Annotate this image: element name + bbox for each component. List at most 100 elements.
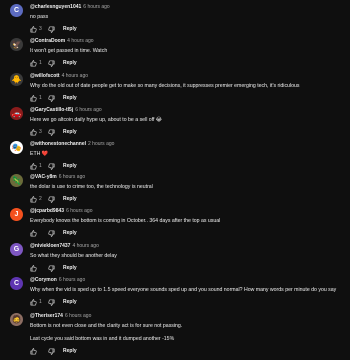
thumbs-up-icon[interactable]: [30, 264, 37, 272]
comment-meta: @Corymon 6 hours ago: [30, 277, 344, 284]
comment-author[interactable]: @niviekloen7437: [30, 243, 70, 249]
avatar[interactable]: 🐥: [10, 73, 23, 86]
comment-author[interactable]: @jcparbd9843: [30, 208, 64, 214]
thumbs-up-icon[interactable]: [30, 94, 37, 102]
comment-text: Why do the old out of date people get to…: [30, 82, 344, 90]
avatar[interactable]: 🦎: [10, 174, 23, 187]
thumbs-down-icon[interactable]: [48, 95, 55, 102]
comment-body: @jcparbd9843 6 hours ago Everybody knows t…: [30, 208, 344, 237]
comment-author[interactable]: @Theriser174: [30, 313, 63, 319]
avatar[interactable]: J: [10, 208, 23, 221]
reply-button[interactable]: Reply: [63, 26, 77, 32]
comment-text: ETH ❤️: [30, 150, 344, 158]
comment-author[interactable]: @withonestonechannel: [30, 141, 86, 147]
comment-text-line: So what they should be another delay: [30, 253, 117, 259]
comment-text: Here we go altcoin daily hype up, about …: [30, 116, 344, 124]
comment-text-line: Last cycle you said bottom was in and it…: [30, 336, 175, 342]
comment-text-line: Here we go altcoin daily hype up, about …: [30, 117, 162, 123]
like-count: 2: [39, 196, 42, 202]
like-count: 1: [39, 163, 42, 169]
thumbs-up-icon[interactable]: [30, 229, 37, 237]
comment-text: Everybody knows the bottom is coming in …: [30, 217, 344, 225]
thumbs-down-icon[interactable]: [48, 230, 55, 237]
comment-meta: @charlesnguyen1041 6 hours ago: [30, 4, 344, 11]
reply-button[interactable]: Reply: [63, 230, 77, 236]
avatar[interactable]: 🚗: [10, 107, 23, 120]
comment-timestamp[interactable]: 6 hours ago: [66, 208, 92, 214]
thumbs-down-icon[interactable]: [48, 348, 55, 355]
comment-text-line: Why when the vid is sped up to 1.5 speed…: [30, 287, 337, 293]
comment-text: Why when the vid is sped up to 1.5 speed…: [30, 286, 344, 294]
comment-meta: @niviekloen7437 4 hours ago: [30, 243, 344, 250]
comment-meta: @jcparbd9843 6 hours ago: [30, 208, 344, 215]
thumbs-up-icon[interactable]: [30, 59, 37, 67]
comment-text: no pass: [30, 13, 344, 21]
comment-actions: Reply: [30, 229, 344, 237]
thumbs-down-icon[interactable]: [48, 26, 55, 33]
avatar[interactable]: G: [10, 243, 23, 256]
avatar[interactable]: 🧔: [10, 313, 23, 326]
comment-author[interactable]: @ContraDoom: [30, 38, 65, 44]
comment-timestamp[interactable]: 6 hours ago: [65, 313, 91, 319]
comment-meta: @willofscott 4 hours ago: [30, 73, 344, 80]
reply-button[interactable]: Reply: [63, 265, 77, 271]
comments-list: C @charlesnguyen1041 6 hours ago no pass 3 Re…: [0, 0, 350, 360]
comment-author[interactable]: @charlesnguyen1041: [30, 4, 81, 10]
comment-body: @willofscott 4 hours ago Why do the old ou…: [30, 73, 344, 102]
comment-meta: @VAC-y8m 6 hours ago: [30, 174, 344, 181]
like-count: 1: [39, 60, 42, 66]
thumbs-down-icon[interactable]: [48, 129, 55, 136]
reply-button[interactable]: Reply: [63, 60, 77, 66]
comment-timestamp[interactable]: 6 hours ago: [59, 277, 85, 283]
like-count: 1: [39, 299, 42, 305]
comment-author[interactable]: @Corymon: [30, 277, 57, 283]
comment-body: @niviekloen7437 4 hours ago So what they s…: [30, 243, 344, 272]
reply-button[interactable]: Reply: [63, 129, 77, 135]
reply-button[interactable]: Reply: [63, 95, 77, 101]
comment-author[interactable]: @VAC-y8m: [30, 174, 57, 180]
thumbs-down-icon[interactable]: [48, 163, 55, 170]
comment-timestamp[interactable]: 4 hours ago: [72, 243, 98, 249]
thumbs-down-icon[interactable]: [48, 60, 55, 67]
comment-body: @Theriser174 6 hours ago Bottom is not eve…: [30, 313, 344, 355]
thumbs-up-icon[interactable]: [30, 128, 37, 136]
comment-timestamp[interactable]: 6 hours ago: [59, 174, 85, 180]
reply-button[interactable]: Reply: [63, 196, 77, 202]
comment-timestamp[interactable]: 4 hours ago: [67, 38, 93, 44]
thumbs-up-icon[interactable]: [30, 347, 37, 355]
comment-timestamp[interactable]: 6 hours ago: [83, 4, 109, 10]
comment-actions: 3 Reply: [30, 25, 344, 33]
comment-actions: Reply: [30, 347, 344, 355]
comment-author[interactable]: @willofscott: [30, 73, 60, 79]
thumbs-down-icon[interactable]: [48, 299, 55, 306]
comment-body: @VAC-y8m 6 hours ago the dolar is use to c…: [30, 174, 344, 203]
like-count: 3: [39, 26, 42, 32]
avatar[interactable]: 🦅: [10, 38, 23, 51]
comment-text-line: Bottom is not even close and the clarity…: [30, 323, 183, 329]
comment-actions: 1 Reply: [30, 298, 344, 306]
thumbs-up-icon[interactable]: [30, 162, 37, 170]
comment-text-line: Everybody knows the bottom is coming in …: [30, 218, 221, 224]
comment-timestamp[interactable]: 6 hours ago: [75, 107, 101, 113]
comment-timestamp[interactable]: 2 hours ago: [88, 141, 114, 147]
comment-body: @charlesnguyen1041 6 hours ago no pass 3 Rep…: [30, 4, 344, 33]
like-count: 3: [39, 129, 42, 135]
comment-timestamp[interactable]: 4 hours ago: [62, 73, 88, 79]
comment-body: @Corymon 6 hours ago Why when the vid is s…: [30, 277, 344, 306]
comment-body: @ContraDoom 4 hours ago It won't get passe…: [30, 38, 344, 67]
reply-button[interactable]: Reply: [63, 348, 77, 354]
thumbs-up-icon[interactable]: [30, 25, 37, 33]
avatar[interactable]: 🎭: [10, 141, 23, 154]
comment-meta: @Theriser174 6 hours ago: [30, 313, 344, 320]
thumbs-down-icon[interactable]: [48, 265, 55, 272]
comment-meta: @withonestonechannel 2 hours ago: [30, 141, 344, 148]
avatar[interactable]: C: [10, 4, 23, 17]
thumbs-down-icon[interactable]: [48, 196, 55, 203]
reply-button[interactable]: Reply: [63, 163, 77, 169]
avatar[interactable]: C: [10, 277, 23, 290]
comment-author[interactable]: @GaryCastillo-tl5j: [30, 107, 73, 113]
thumbs-up-icon[interactable]: [30, 298, 37, 306]
reply-button[interactable]: Reply: [63, 299, 77, 305]
thumbs-up-icon[interactable]: [30, 195, 37, 203]
comment-text: Bottom is not even close and the clarity…: [30, 322, 344, 343]
